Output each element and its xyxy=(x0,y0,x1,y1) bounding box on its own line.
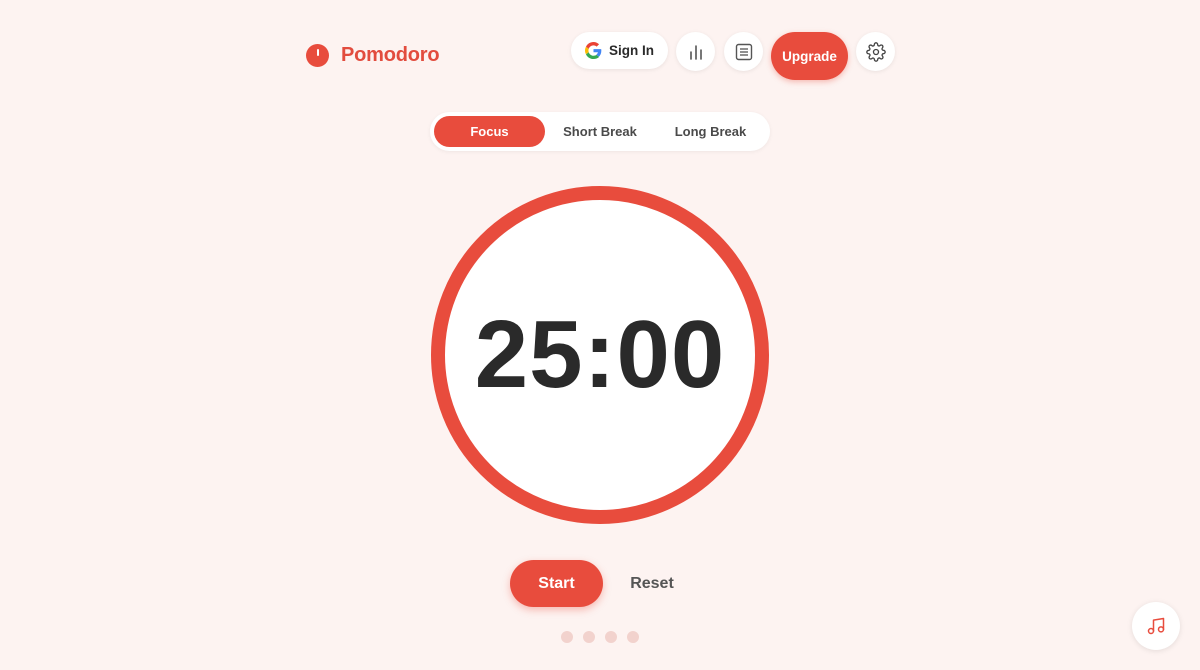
list-icon xyxy=(735,43,753,61)
reset-button[interactable]: Reset xyxy=(622,560,682,607)
brand: Pomodoro xyxy=(306,44,440,67)
timer-display: 25:00 xyxy=(474,301,726,408)
tab-short-break[interactable]: Short Break xyxy=(545,116,655,147)
google-icon xyxy=(585,42,602,59)
session-dot xyxy=(561,631,573,643)
gear-icon xyxy=(865,41,886,62)
session-progress-dots xyxy=(561,631,639,643)
sign-in-label: Sign In xyxy=(609,43,654,58)
upgrade-button[interactable]: Upgrade xyxy=(771,32,848,80)
sign-in-button[interactable]: Sign In xyxy=(571,32,668,69)
music-note-icon xyxy=(1146,616,1166,636)
session-dot xyxy=(605,631,617,643)
brand-name: Pomodoro xyxy=(341,44,440,66)
start-button[interactable]: Start xyxy=(510,560,603,607)
tomato-icon xyxy=(306,44,329,67)
tab-long-break[interactable]: Long Break xyxy=(655,116,766,147)
session-dot xyxy=(627,631,639,643)
settings-button[interactable] xyxy=(856,32,895,71)
stats-button[interactable] xyxy=(676,32,715,71)
pomodoro-app: Pomodoro Sign In Upgrade Focus Short Bre… xyxy=(0,0,1200,670)
tab-focus[interactable]: Focus xyxy=(434,116,545,147)
music-button[interactable] xyxy=(1132,602,1180,650)
mode-selector: Focus Short Break Long Break xyxy=(430,112,770,151)
bar-chart-icon xyxy=(687,43,705,61)
tasks-button[interactable] xyxy=(724,32,763,71)
session-dot xyxy=(583,631,595,643)
